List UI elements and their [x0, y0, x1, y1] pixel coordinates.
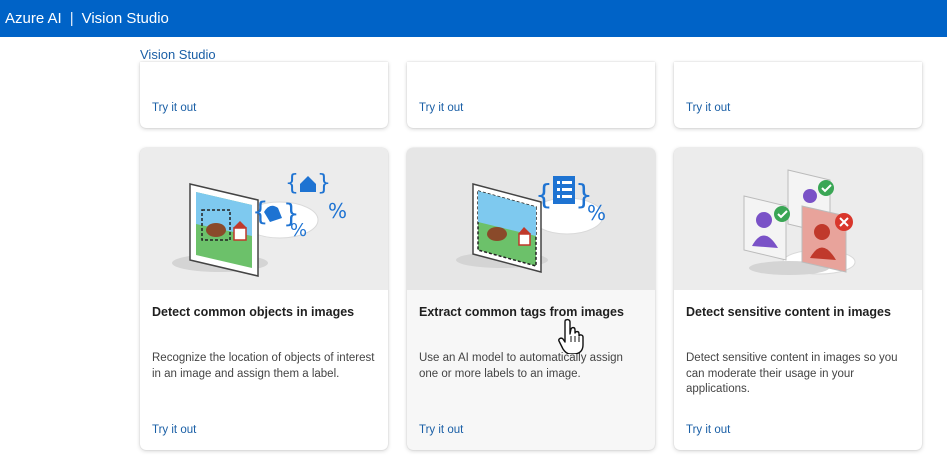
illustration-area: { } { } % %	[140, 148, 388, 290]
svg-text:%: %	[587, 201, 606, 225]
card-description: Use an AI model to automatically assign …	[419, 352, 623, 380]
card-description: Detect sensitive content in images so yo…	[686, 352, 898, 395]
card-detect-sensitive[interactable]: Detect sensitive content in images Detec…	[674, 148, 922, 450]
try-it-out-link[interactable]: Try it out	[152, 102, 196, 114]
object-detection-illustration-icon: { } { } % %	[172, 171, 347, 277]
card-detect-objects[interactable]: { } { } % % Detect common objects in ima…	[140, 148, 388, 450]
top-bar: Azure AI | Vision Studio	[0, 0, 947, 37]
try-it-out-link[interactable]: Try it out	[419, 424, 463, 436]
svg-text:%: %	[290, 220, 307, 241]
top-card-2[interactable]: Try it out	[407, 62, 655, 128]
breadcrumb[interactable]: Vision Studio	[140, 47, 216, 62]
top-card-3[interactable]: Try it out	[674, 62, 922, 128]
brand-name[interactable]: Azure AI	[5, 10, 62, 27]
svg-text:{: {	[535, 178, 553, 211]
svg-text:{: {	[285, 171, 299, 196]
illustration-area	[674, 148, 922, 290]
try-it-out-link[interactable]: Try it out	[686, 424, 730, 436]
card-extract-tags[interactable]: { } % Extract common tags from images Us…	[407, 148, 655, 450]
content-moderation-illustration-icon	[743, 169, 856, 275]
top-card-1[interactable]: Try it out	[140, 62, 388, 128]
try-it-out-link[interactable]: Try it out	[152, 424, 196, 436]
card-title: Detect common objects in images	[152, 305, 355, 319]
svg-text:%: %	[328, 199, 347, 223]
card-title: Extract common tags from images	[419, 305, 624, 319]
hand-pointer-icon	[558, 318, 586, 359]
try-it-out-link[interactable]: Try it out	[686, 102, 730, 114]
product-name[interactable]: Vision Studio	[82, 10, 169, 27]
try-it-out-link[interactable]: Try it out	[419, 102, 463, 114]
image-tagging-illustration-icon: { } %	[456, 176, 606, 273]
illustration-area: { } %	[407, 148, 655, 290]
brand-separator: |	[69, 10, 74, 27]
card-description: Recognize the location of objects of int…	[152, 352, 375, 380]
card-title: Detect sensitive content in images	[686, 305, 891, 319]
svg-text:}: }	[317, 171, 331, 196]
